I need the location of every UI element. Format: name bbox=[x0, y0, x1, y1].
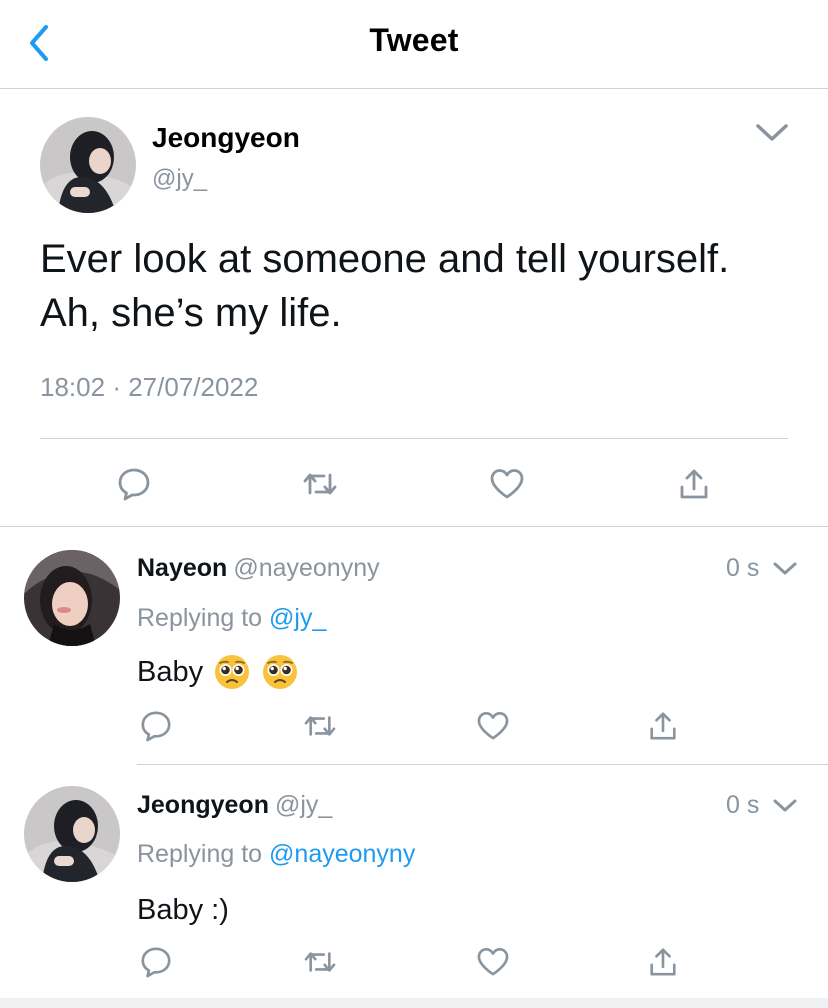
replying-to-label: Replying to bbox=[137, 840, 263, 868]
reply-text-content: Baby :) bbox=[137, 893, 229, 926]
replying-to-handle[interactable]: @nayeonyny bbox=[269, 840, 415, 868]
tweet-text: Ever look at someone and tell yourself. … bbox=[40, 232, 800, 340]
reply-button[interactable] bbox=[134, 704, 178, 748]
reply-icon bbox=[141, 947, 171, 978]
like-button[interactable] bbox=[471, 704, 515, 748]
tweet-timestamp: 18:02 · 27/07/2022 bbox=[40, 372, 258, 403]
author-name[interactable]: Jeongyeon bbox=[152, 122, 300, 154]
reply-author-handle[interactable]: @nayeonyny bbox=[233, 554, 379, 582]
reply-text-content: Baby bbox=[137, 655, 204, 688]
like-button[interactable] bbox=[481, 458, 533, 510]
share-icon bbox=[680, 469, 708, 499]
divider bbox=[40, 438, 788, 439]
replying-to: Replying to @nayeonyny bbox=[137, 840, 415, 869]
like-button[interactable] bbox=[471, 940, 515, 984]
retweet-button[interactable] bbox=[294, 458, 346, 510]
share-icon bbox=[650, 948, 676, 976]
tweet-text-line: Ever look at someone and tell yourself. bbox=[40, 237, 730, 281]
reply-author-name[interactable]: Nayeon bbox=[137, 554, 227, 582]
retweet-icon bbox=[304, 716, 336, 736]
reply-text: Baby :) bbox=[137, 890, 229, 930]
reply-author-handle[interactable]: @jy_ bbox=[275, 791, 332, 819]
share-button[interactable] bbox=[641, 940, 685, 984]
retweet-button[interactable] bbox=[298, 704, 342, 748]
reply-options-button[interactable] bbox=[770, 558, 800, 580]
tweet-text-line: Ah, she’s my life. bbox=[40, 291, 342, 335]
replying-to-handle[interactable]: @jy_ bbox=[269, 604, 326, 632]
share-button[interactable] bbox=[641, 704, 685, 748]
reply-author-name[interactable]: Jeongyeon bbox=[137, 791, 269, 819]
share-icon bbox=[650, 712, 676, 740]
tweet-date: 27/07/2022 bbox=[128, 372, 259, 402]
reply-time: 0 s bbox=[726, 791, 760, 819]
reply-button[interactable] bbox=[108, 458, 160, 510]
meta-separator: · bbox=[112, 372, 121, 402]
divider bbox=[0, 526, 828, 527]
retweet-icon bbox=[304, 952, 336, 972]
pleading-face-emoji bbox=[215, 655, 250, 689]
replying-to-label: Replying to bbox=[137, 604, 263, 632]
avatar[interactable] bbox=[40, 117, 136, 213]
replying-to: Replying to @jy_ bbox=[137, 604, 326, 633]
heart-icon bbox=[477, 948, 509, 976]
heart-icon bbox=[477, 712, 509, 740]
author-handle[interactable]: @jy_ bbox=[152, 165, 207, 193]
pleading-face-emoji bbox=[263, 655, 298, 689]
reply-icon bbox=[141, 711, 171, 742]
retweet-button[interactable] bbox=[298, 940, 342, 984]
reply-time: 0 s bbox=[726, 554, 760, 582]
avatar[interactable] bbox=[24, 786, 120, 882]
divider bbox=[137, 764, 828, 765]
share-button[interactable] bbox=[668, 458, 720, 510]
reply-header: Nayeon @nayeonyny bbox=[137, 554, 380, 583]
page-title: Tweet bbox=[369, 22, 459, 58]
bottom-divider bbox=[0, 998, 828, 1008]
reply-text: Baby bbox=[137, 652, 299, 692]
retweet-icon bbox=[303, 473, 337, 495]
chevron-down-icon bbox=[773, 799, 797, 812]
reply-header: Jeongyeon @jy_ bbox=[137, 791, 332, 820]
reply-button[interactable] bbox=[134, 940, 178, 984]
avatar[interactable] bbox=[24, 550, 120, 646]
chevron-down-icon bbox=[773, 562, 797, 575]
tweet-options-button[interactable] bbox=[750, 118, 794, 148]
tweet-time: 18:02 bbox=[40, 372, 106, 402]
heart-icon bbox=[490, 469, 524, 499]
reply-icon bbox=[118, 468, 150, 501]
reply-options-button[interactable] bbox=[770, 795, 800, 817]
chevron-down-icon bbox=[756, 124, 788, 141]
